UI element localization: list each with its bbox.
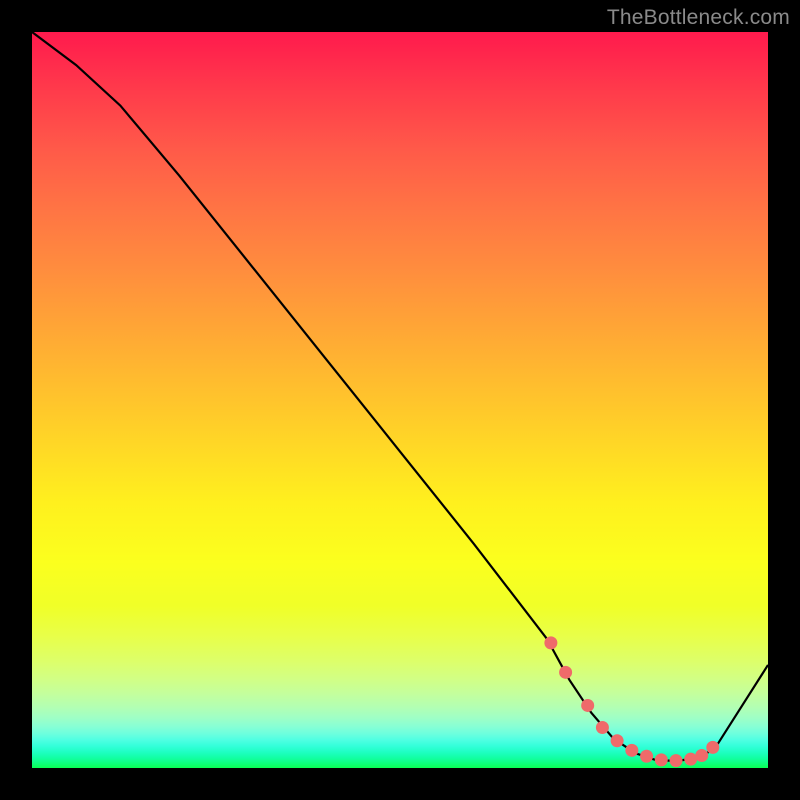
marker-point bbox=[670, 754, 683, 767]
marker-point bbox=[581, 699, 594, 712]
curve-line bbox=[32, 32, 768, 761]
marker-point bbox=[611, 734, 624, 747]
marker-point bbox=[544, 636, 557, 649]
chart-svg bbox=[32, 32, 768, 768]
watermark-text: TheBottleneck.com bbox=[607, 6, 790, 30]
chart-container: TheBottleneck.com bbox=[0, 0, 800, 800]
marker-point bbox=[640, 750, 653, 763]
marker-point bbox=[655, 753, 668, 766]
marker-group bbox=[544, 636, 719, 767]
marker-point bbox=[596, 721, 609, 734]
plot-area bbox=[32, 32, 768, 768]
marker-point bbox=[695, 749, 708, 762]
marker-point bbox=[706, 741, 719, 754]
marker-point bbox=[559, 666, 572, 679]
marker-point bbox=[625, 744, 638, 757]
marker-point bbox=[684, 753, 697, 766]
